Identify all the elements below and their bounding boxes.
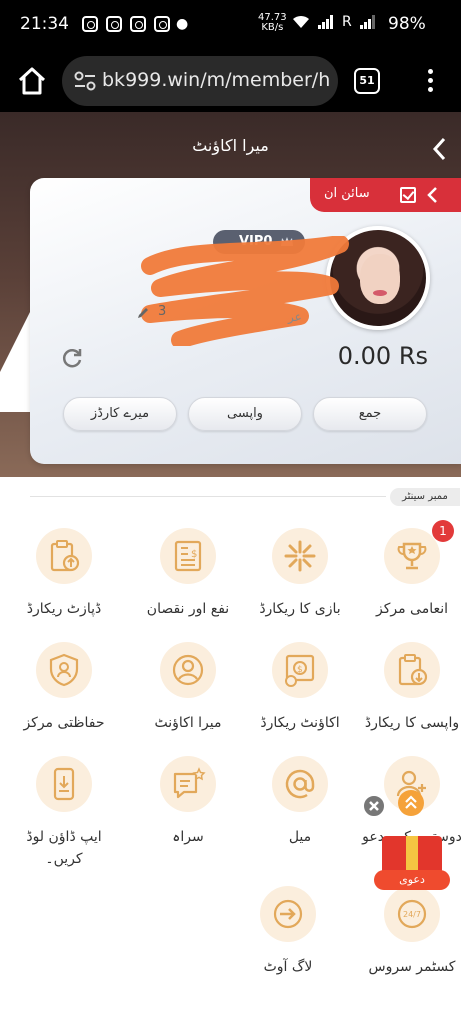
browser-toolbar: bk999.win/m/member/hc 51 [0, 50, 461, 112]
wallet-balance: 0.00 Rs [337, 342, 428, 370]
tile-label: انعامی مرکز [375, 601, 449, 617]
edit-pen-icon[interactable] [136, 306, 150, 320]
user-icon [160, 642, 216, 698]
tile-feedback[interactable]: سراہ [132, 756, 244, 868]
tile-profit-loss[interactable]: $ نفع اور نقصان [132, 528, 244, 640]
sign-in-button[interactable]: سائن ان [310, 178, 461, 212]
instagram-icon [154, 16, 170, 32]
address-bar[interactable]: bk999.win/m/member/hc [62, 56, 338, 106]
tab-switcher-button[interactable]: 51 [354, 68, 380, 94]
tile-deposit-record[interactable]: ڈپازٹ ریکارڈ [8, 528, 120, 640]
deposit-record-icon [36, 528, 92, 584]
chevron-left-icon [427, 187, 437, 203]
logout-icon [260, 886, 316, 942]
mail-at-icon [272, 756, 328, 812]
battery-level: 98% [388, 14, 426, 34]
tile-label: ایپ ڈاؤن لوڈ کریں۔ [26, 829, 102, 867]
withdraw-record-icon [384, 642, 440, 698]
page-title: میرا اکاؤنٹ [192, 136, 269, 155]
section-divider [30, 496, 386, 497]
checkbox-icon [400, 187, 416, 203]
tile-customer-service[interactable]: 24/7 کسٹمر سروس [356, 886, 461, 998]
gift-ribbon [406, 836, 418, 874]
tile-withdraw-record[interactable]: واپسی کا ریکارڈ [356, 642, 461, 754]
gift-label: دعوی [374, 870, 450, 890]
clock: 21:34 [20, 14, 69, 34]
back-arrow-icon[interactable] [430, 136, 450, 162]
network-speed: 47.73 KB/s [258, 12, 287, 33]
game-record-icon [272, 528, 328, 584]
user-id-fragment: 3 [158, 304, 167, 319]
svg-text:24/7: 24/7 [403, 910, 421, 919]
tile-game-record[interactable]: بازی کا ریکارڈ [244, 528, 356, 640]
tile-rewards-center[interactable]: 1 انعامی مرکز [356, 520, 461, 640]
trophy-icon [384, 528, 440, 584]
profit-loss-icon: $ [160, 528, 216, 584]
scroll-top-icon[interactable] [398, 790, 424, 816]
more-notifications-dot-icon: ● [176, 16, 189, 32]
svg-text:$: $ [297, 665, 303, 675]
signal-icon [318, 15, 333, 29]
app-download-icon [36, 756, 92, 812]
instagram-icon [130, 16, 146, 32]
tile-label: میل [288, 829, 312, 845]
tile-mail[interactable]: میل [244, 756, 356, 868]
tile-label: حفاظتی مرکز [23, 715, 105, 731]
tile-app-download[interactable]: ایپ ڈاؤن لوڈ کریں۔ [8, 756, 120, 868]
tile-label: سراہ [172, 829, 204, 845]
tile-label: نفع اور نقصان [146, 601, 230, 617]
status-bar: 21:34 ● 47.73 KB/s R 98% [0, 0, 461, 50]
svg-text:$: $ [191, 549, 197, 560]
user-name-fragment: عر [288, 310, 302, 324]
tile-label: ڈپازٹ ریکارڈ [26, 601, 102, 617]
url-text[interactable]: bk999.win/m/member/hc [102, 69, 330, 91]
refresh-icon[interactable] [60, 346, 84, 370]
tile-label: واپسی کا ریکارڈ [364, 715, 460, 731]
withdraw-button[interactable]: واپسی [188, 397, 302, 431]
my-cards-button[interactable]: میرے کارڈز [63, 397, 177, 431]
tile-label: میرا اکاؤنٹ [154, 715, 222, 731]
redaction-scribble [141, 236, 349, 346]
close-icon[interactable] [362, 794, 386, 818]
tile-label: لاگ آوٹ [263, 959, 313, 975]
tile-security-center[interactable]: حفاظتی مرکز [8, 642, 120, 754]
tile-label: اکاؤنٹ ریکارڈ [260, 715, 340, 731]
home-icon[interactable] [16, 65, 48, 97]
avatar-detail [373, 290, 387, 296]
signal-icon [359, 15, 375, 29]
signal-icons: R [292, 14, 376, 30]
shield-icon [36, 642, 92, 698]
tile-account-record[interactable]: $ اکاؤنٹ ریکارڈ [244, 642, 356, 754]
support-24-7-icon: 24/7 [384, 886, 440, 942]
tile-logout[interactable]: لاگ آوٹ [232, 886, 344, 998]
tile-my-account[interactable]: میرا اکاؤنٹ [132, 642, 244, 754]
site-settings-icon[interactable] [74, 71, 96, 91]
notification-icons [82, 16, 170, 32]
sign-in-label: سائن ان [324, 186, 370, 201]
wifi-icon [293, 15, 309, 28]
browser-menu-icon[interactable] [420, 66, 440, 96]
tile-label: بازی کا ریکارڈ [259, 601, 341, 617]
roaming-indicator: R [342, 14, 352, 30]
instagram-icon [106, 16, 122, 32]
gift-promo-button[interactable]: دعوی [374, 830, 450, 894]
avatar-face [360, 254, 400, 304]
account-card: سائن ان VIP0 3 عر 0.00 Rs میرے کارڈز واپ… [30, 178, 461, 464]
instagram-icon [82, 16, 98, 32]
tile-label: کسٹمر سروس [368, 959, 456, 975]
section-title: ممبر سینٹر [390, 488, 460, 506]
notification-badge: 1 [432, 520, 454, 542]
account-record-icon: $ [272, 642, 328, 698]
deposit-button[interactable]: جمع [313, 397, 427, 431]
feedback-icon [160, 756, 216, 812]
